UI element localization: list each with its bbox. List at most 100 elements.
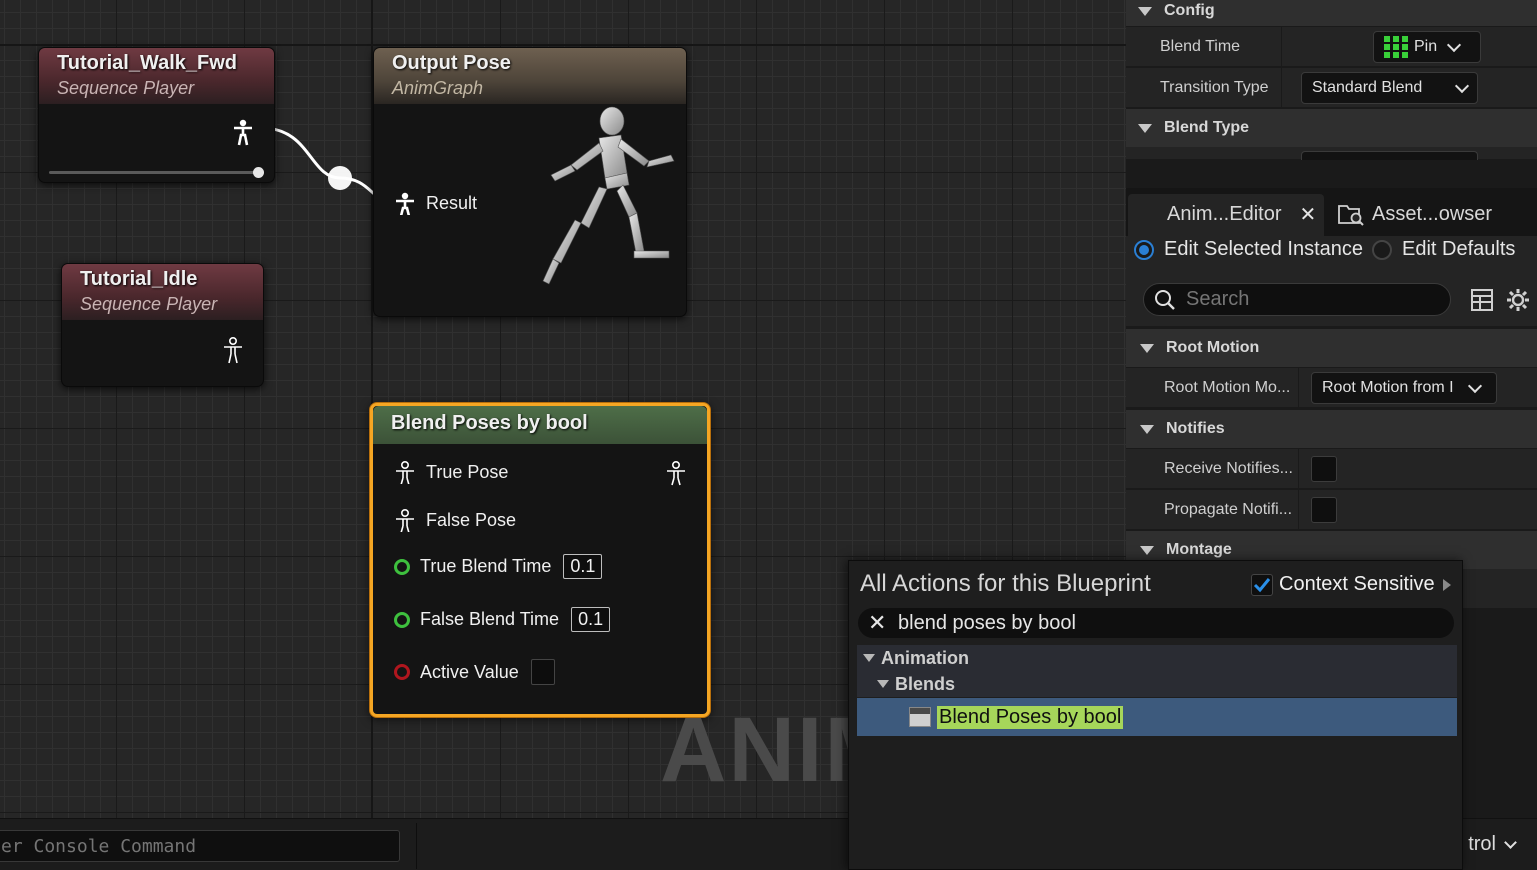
search-input[interactable] [1186,288,1426,311]
section-title: Notifies [1166,420,1225,437]
node-title: Blend Poses by bool [391,412,588,434]
collapse-triangle-icon [863,654,875,662]
collapse-triangle-icon [1140,343,1154,353]
radio-label: Edit Defaults [1402,238,1516,260]
pose-pin-outline-icon[interactable] [221,336,245,364]
node-type-icon [909,707,931,727]
pin-label: Active Value [420,661,519,682]
section-header-root-motion[interactable]: Root Motion [1126,329,1537,367]
node-blend-poses-by-bool[interactable]: Blend Poses by bool True Pose False Pose… [370,403,710,717]
float-pin-icon [394,611,410,628]
output-pose-pin-icon[interactable] [664,460,688,486]
prop-label: Receive Notifies... [1164,459,1293,477]
grid-pin-icon [1384,36,1408,58]
node-idle-sequence-player[interactable]: Tutorial_Idle Sequence Player [61,263,264,387]
tab-label: Anim...Editor [1167,202,1282,225]
node-header: Output Pose AnimGraph [374,48,686,104]
prop-label: Root Motion Mo... [1164,378,1291,396]
section-title: Montage [1166,541,1232,558]
chevron-down-icon [1454,78,1470,93]
pin-label: True Blend Time [420,556,552,576]
action-menu-popup: All Actions for this Blueprint Context S… [848,560,1463,870]
node-title: Tutorial_Walk_Fwd [57,52,238,74]
propagate-notifies-checkbox[interactable] [1311,497,1337,523]
collapse-triangle-icon [877,680,889,688]
tab-label: Asset...owser [1372,202,1493,225]
pin-label: False Blend Time [420,609,560,629]
prop-label: Blend Time [1160,37,1241,55]
prop-row-blend-time: Blend Time Pin [1126,27,1537,67]
tree-category-animation[interactable]: Animation [857,645,1457,671]
radio-edit-selected-instance[interactable]: Edit Selected Instance [1134,238,1363,261]
true-pose-pin[interactable]: True Pose [394,460,508,484]
tree-label: Animation [881,647,969,668]
status-bar-divider [416,823,417,869]
true-blend-time-pin[interactable]: True Blend Time 0.1 [394,554,603,579]
details-search-box[interactable] [1143,283,1451,316]
prop-row-propagate-notifies: Propagate Notifi... [1126,490,1537,530]
active-value-pin[interactable]: Active Value [394,659,555,685]
asset-browser-icon [1338,205,1364,226]
tab-asset-browser[interactable]: Asset...owser [1338,196,1492,232]
panel-splitter[interactable] [1126,160,1537,188]
pose-pin-outline-icon [396,508,414,532]
tree-category-blends[interactable]: Blends [857,671,1457,697]
prop-label: Propagate Notifi... [1164,500,1293,518]
radio-button-icon [1372,239,1392,260]
close-tab-icon[interactable]: ✕ [1299,202,1316,227]
table-view-icon[interactable] [1471,289,1493,311]
blend-time-pin-dropdown[interactable]: Pin [1373,31,1481,63]
dropdown-value: Standard Blend [1312,79,1423,96]
column-divider [1298,449,1299,489]
pose-pin-icon[interactable] [231,118,255,146]
pose-pin-outline-icon [396,460,414,484]
console-command-input[interactable] [0,830,400,862]
node-header: Blend Poses by bool [373,406,707,444]
result-pin[interactable]: Result [394,191,477,215]
playback-slider-track [49,171,264,174]
true-blend-time-input[interactable]: 0.1 [563,554,603,579]
radio-button-icon [1134,239,1154,260]
node-subtitle: Sequence Player [57,78,195,98]
false-blend-time-input[interactable]: 0.1 [571,607,611,632]
false-pose-pin[interactable]: False Pose [394,508,516,532]
false-blend-time-pin[interactable]: False Blend Time 0.1 [394,607,611,632]
node-output-pose[interactable]: Output Pose AnimGraph Result [373,47,687,317]
tab-anim-editor[interactable]: Anim...Editor ✕ [1167,196,1316,232]
clear-search-icon[interactable]: ✕ [868,610,886,636]
node-subtitle: AnimGraph [392,78,484,98]
action-menu-title: All Actions for this Blueprint [860,570,1151,597]
action-search-box[interactable]: ✕ blend poses by bool [858,608,1454,638]
expand-arrow-icon[interactable] [1442,578,1451,591]
transition-type-dropdown[interactable]: Standard Blend [1301,72,1478,104]
search-icon [1155,289,1175,310]
active-value-checkbox[interactable] [530,659,555,685]
chevron-down-icon [1467,378,1483,393]
node-header: Tutorial_Idle Sequence Player [62,264,263,320]
action-search-input[interactable]: blend poses by bool [898,612,1076,635]
chevron-down-icon [1504,835,1517,849]
section-header-blend-type[interactable]: Blend Type [1126,109,1537,147]
playback-slider-handle[interactable] [253,167,264,178]
float-pin-icon [394,558,410,575]
column-divider [1281,68,1282,108]
node-walk-sequence-player[interactable]: Tutorial_Walk_Fwd Sequence Player [38,47,275,183]
node-title: Tutorial_Idle [80,268,198,290]
pin-label: Result [426,192,478,213]
tree-item-blend-poses-by-bool[interactable]: Blend Poses by bool [857,698,1457,736]
receive-notifies-checkbox[interactable] [1311,456,1337,482]
collapse-triangle-icon [1138,6,1152,16]
column-divider [1298,368,1299,408]
context-sensitive-label: Context Sensitive [1279,573,1435,595]
root-motion-mode-dropdown[interactable]: Root Motion from I [1311,372,1497,404]
section-title: Blend Type [1164,119,1250,136]
source-control-dropdown[interactable]: trol [1468,833,1517,856]
tree-label: Blends [895,673,956,694]
section-header-config[interactable]: Config [1126,0,1537,26]
context-sensitive-checkbox[interactable] [1251,573,1273,596]
context-sensitive-toggle[interactable]: Context Sensitive [1251,573,1451,596]
radio-edit-defaults[interactable]: Edit Defaults [1372,238,1515,261]
settings-gear-icon[interactable] [1506,288,1530,312]
column-divider [1281,27,1282,67]
section-header-notifies[interactable]: Notifies [1126,410,1537,448]
